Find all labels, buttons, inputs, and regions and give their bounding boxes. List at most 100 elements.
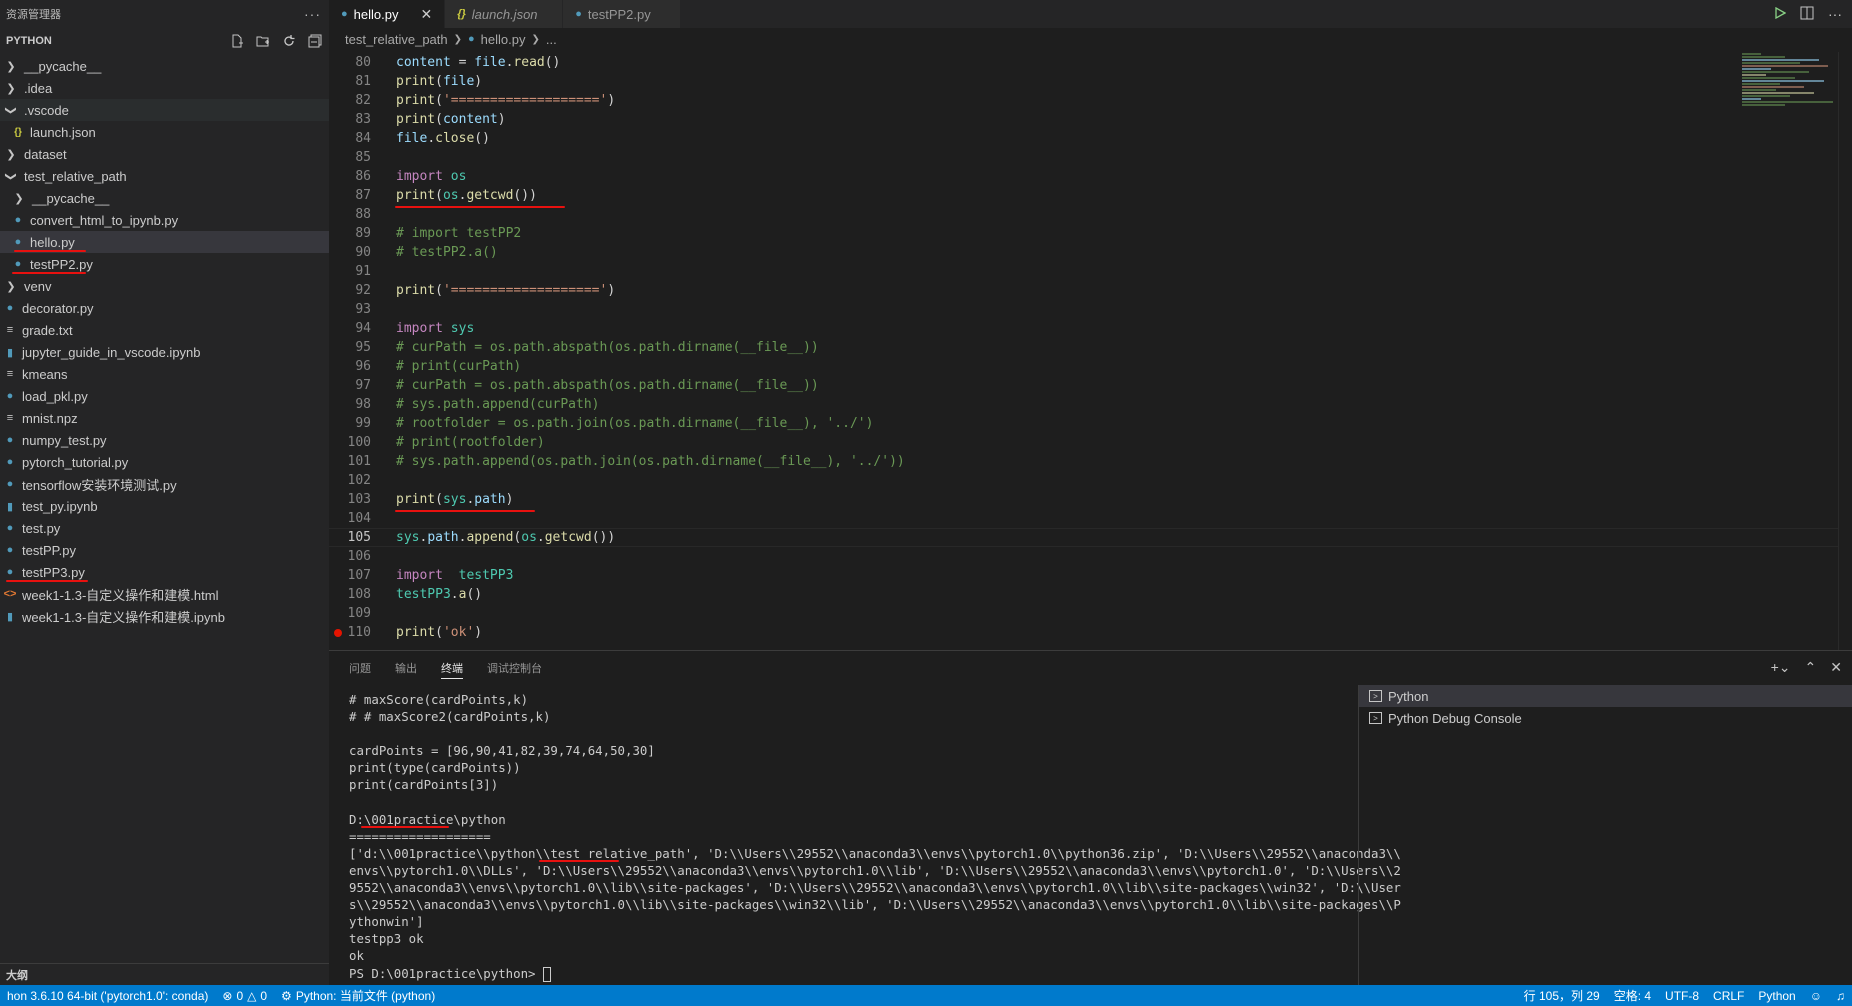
- python-file-icon: ●: [14, 258, 22, 270]
- status-bar: hon 3.6.10 64-bit ('pytorch1.0': conda) …: [0, 985, 1852, 1006]
- add-terminal-icon[interactable]: +⌄: [1771, 659, 1791, 676]
- tree-item-mnist[interactable]: ≡ mnist.npz: [0, 407, 329, 429]
- tree-item-idea[interactable]: ❯ .idea: [0, 77, 329, 99]
- cursor-position[interactable]: 行 105，列 29: [1517, 987, 1607, 1004]
- close-icon[interactable]: ✕: [420, 6, 432, 23]
- code-editor[interactable]: 80 content = file.read() 81 print(file) 82…: [329, 53, 1852, 642]
- annotation-underline: [395, 206, 565, 208]
- tree-item-grade-txt[interactable]: ≡ grade.txt: [0, 319, 329, 341]
- indentation[interactable]: 空格: 4: [1607, 987, 1658, 1004]
- language-mode[interactable]: Python: [1751, 989, 1802, 1003]
- tree-item-venv[interactable]: ❯ venv: [0, 275, 329, 297]
- python-file-icon: ●: [14, 214, 22, 226]
- collapse-all-icon[interactable]: [307, 33, 323, 49]
- workspace-section-header[interactable]: PYTHON: [0, 28, 329, 54]
- chevron-right-icon: ❯: [14, 192, 24, 205]
- notifications-icon[interactable]: ♫: [1829, 989, 1852, 1003]
- terminal-item-python[interactable]: > Python: [1359, 685, 1852, 707]
- python-interpreter[interactable]: hon 3.6.10 64-bit ('pytorch1.0': conda): [0, 989, 215, 1003]
- chevron-right-icon: ❯: [6, 148, 16, 161]
- split-editor-icon[interactable]: [1800, 6, 1814, 23]
- tab-terminal[interactable]: 终端: [441, 651, 463, 685]
- feedback-icon[interactable]: ☺: [1803, 989, 1829, 1003]
- tree-item-tensorflow-test[interactable]: ● tensorflow安装环境测试.py: [0, 473, 329, 495]
- python-file-icon: ●: [6, 544, 14, 556]
- tree-item-testpp3-py[interactable]: ● testPP3.py: [0, 561, 329, 583]
- file-encoding[interactable]: UTF-8: [1658, 989, 1706, 1003]
- html-file-icon: <>: [3, 588, 17, 600]
- maximize-panel-icon[interactable]: ⌃: [1805, 659, 1817, 676]
- end-of-line[interactable]: CRLF: [1706, 989, 1751, 1003]
- tree-item-decorator-py[interactable]: ● decorator.py: [0, 297, 329, 319]
- tree-item-launch-json[interactable]: {} launch.json: [0, 121, 329, 143]
- tree-item-dataset[interactable]: ❯ dataset: [0, 143, 329, 165]
- terminal-list: > Python > Python Debug Console: [1358, 685, 1852, 986]
- tree-item-testpp-py[interactable]: ● testPP.py: [0, 539, 329, 561]
- tab-debug-console[interactable]: 调试控制台: [487, 651, 542, 685]
- tree-item-week1-ipynb[interactable]: ▮ week1-1.3-自定义操作和建模.ipynb: [0, 605, 329, 627]
- python-file-icon: ●: [6, 522, 14, 534]
- python-file-icon: ●: [6, 456, 14, 468]
- breadcrumb-symbol[interactable]: ...: [546, 32, 557, 47]
- minimap[interactable]: [1742, 52, 1838, 282]
- new-file-icon[interactable]: [229, 33, 245, 49]
- tree-item-test-py-ipynb[interactable]: ▮ test_py.ipynb: [0, 495, 329, 517]
- python-file-icon: ●: [6, 434, 14, 446]
- tree-item-pytorch-tutorial[interactable]: ● pytorch_tutorial.py: [0, 451, 329, 473]
- python-file-icon: ●: [6, 566, 14, 578]
- tab-hello-py[interactable]: ● hello.py ✕: [329, 0, 446, 28]
- chevron-right-icon: ❯: [531, 33, 540, 45]
- annotation-underline: [361, 825, 449, 828]
- editor-area: ● hello.py ✕ {} launch.json ● testPP2.py…: [329, 0, 1852, 650]
- tab-launch-json[interactable]: {} launch.json: [445, 0, 564, 28]
- json-icon: {}: [457, 8, 466, 20]
- close-icon[interactable]: ✕: [1830, 659, 1842, 676]
- terminal-cursor: [542, 966, 551, 982]
- tree-item-kmeans[interactable]: ≡ kmeans: [0, 363, 329, 385]
- run-icon[interactable]: [1774, 6, 1787, 22]
- json-icon: {}: [14, 126, 22, 138]
- tab-testpp2-py[interactable]: ● testPP2.py: [563, 0, 682, 28]
- terminal-item-debug-console[interactable]: > Python Debug Console: [1359, 707, 1852, 729]
- text-file-icon: ≡: [6, 368, 14, 380]
- tab-output[interactable]: 输出: [395, 651, 417, 685]
- error-icon: ⊗: [222, 988, 233, 1003]
- tree-item-convert-html[interactable]: ● convert_html_to_ipynb.py: [0, 209, 329, 231]
- tree-item-vscode[interactable]: ❯ .vscode: [0, 99, 329, 121]
- editor-tabs: ● hello.py ✕ {} launch.json ● testPP2.py…: [329, 0, 1852, 28]
- outline-section-header[interactable]: 大纲: [0, 963, 329, 985]
- warning-icon: △: [247, 988, 257, 1003]
- tree-item-week1-html[interactable]: <> week1-1.3-自定义操作和建模.html: [0, 583, 329, 605]
- breadcrumb-file[interactable]: hello.py: [481, 32, 526, 47]
- explorer-sidebar: 资源管理器 ··· PYTHON ❯ __pycache__ ❯ .idea ❯ .v…: [0, 0, 329, 985]
- more-actions-icon[interactable]: ···: [304, 6, 321, 22]
- annotation-underline: [6, 580, 88, 582]
- debug-run-config[interactable]: ⚙ Python: 当前文件 (python): [274, 987, 442, 1004]
- python-file-icon: ●: [6, 302, 14, 314]
- notebook-file-icon: ▮: [6, 500, 14, 513]
- refresh-icon[interactable]: [281, 33, 297, 49]
- tree-item-numpy-test[interactable]: ● numpy_test.py: [0, 429, 329, 451]
- explorer-title: 资源管理器: [6, 9, 61, 21]
- breakpoint-icon[interactable]: [334, 629, 342, 637]
- python-file-icon: ●: [14, 236, 22, 248]
- new-folder-icon[interactable]: [255, 33, 271, 49]
- more-actions-icon[interactable]: ···: [1828, 6, 1842, 22]
- explorer-header: 资源管理器 ···: [0, 0, 329, 28]
- problems-count[interactable]: ⊗ 0 △ 0: [215, 989, 274, 1003]
- tree-item-pycache-nested[interactable]: ❯ __pycache__: [0, 187, 329, 209]
- tree-item-load-pkl[interactable]: ● load_pkl.py: [0, 385, 329, 407]
- tree-item-testpp2-py[interactable]: ● testPP2.py: [0, 253, 329, 275]
- python-file-icon: ●: [6, 478, 14, 490]
- tree-item-jupyter-guide[interactable]: ▮ jupyter_guide_in_vscode.ipynb: [0, 341, 329, 363]
- tree-item-pycache[interactable]: ❯ __pycache__: [0, 55, 329, 77]
- tree-item-test-relative-path[interactable]: ❯ test_relative_path: [0, 165, 329, 187]
- terminal-icon: >: [1369, 712, 1382, 724]
- breadcrumb-folder[interactable]: test_relative_path: [345, 32, 448, 47]
- workspace-name: PYTHON: [6, 35, 52, 47]
- editor-scrollbar[interactable]: [1838, 52, 1852, 650]
- breadcrumb: test_relative_path ❯ ● hello.py ❯ ...: [329, 28, 1852, 50]
- tab-problems[interactable]: 问题: [349, 651, 371, 685]
- tree-item-hello-py[interactable]: ● hello.py: [0, 231, 329, 253]
- tree-item-test-py[interactable]: ● test.py: [0, 517, 329, 539]
